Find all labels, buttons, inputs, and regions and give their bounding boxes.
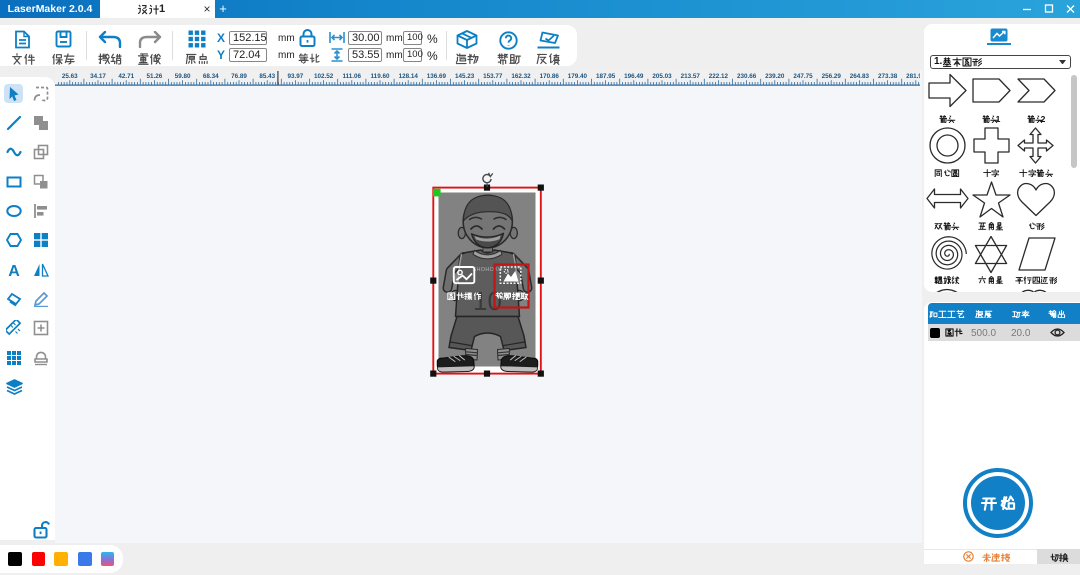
svg-text:153.77: 153.77: [483, 73, 503, 80]
svg-text:128.14: 128.14: [399, 73, 419, 80]
svg-text:102.52: 102.52: [314, 73, 334, 80]
svg-text:145.23: 145.23: [455, 73, 475, 80]
svg-text:222.12: 222.12: [709, 73, 729, 80]
svg-text:264.83: 264.83: [850, 73, 870, 80]
svg-text:247.75: 247.75: [793, 73, 813, 80]
svg-text:162.32: 162.32: [511, 73, 531, 80]
svg-text:170.86: 170.86: [540, 73, 560, 80]
svg-text:93.97: 93.97: [288, 73, 304, 80]
svg-text:34.17: 34.17: [90, 73, 106, 80]
svg-text:281.92: 281.92: [906, 73, 920, 80]
svg-text:239.20: 239.20: [765, 73, 785, 80]
svg-text:A: A: [8, 263, 20, 278]
svg-text:119.60: 119.60: [371, 73, 390, 80]
svg-text:42.71: 42.71: [118, 73, 134, 80]
svg-text:230.66: 230.66: [737, 73, 757, 80]
svg-text:213.57: 213.57: [681, 73, 701, 80]
svg-text:76.89: 76.89: [231, 73, 247, 80]
svg-text:111.06: 111.06: [343, 73, 362, 80]
svg-text:205.03: 205.03: [652, 73, 672, 80]
svg-text:196.49: 196.49: [624, 73, 644, 80]
svg-text:25.63: 25.63: [62, 73, 78, 80]
svg-text:273.38: 273.38: [878, 73, 898, 80]
svg-text:SHOHOKU: SHOHOKU: [473, 267, 503, 273]
svg-text:68.34: 68.34: [203, 73, 219, 80]
svg-text:187.95: 187.95: [596, 73, 616, 80]
svg-text:256.29: 256.29: [822, 73, 842, 80]
svg-text:59.80: 59.80: [175, 73, 191, 80]
svg-text:85.43: 85.43: [259, 73, 275, 80]
svg-text:179.40: 179.40: [568, 73, 588, 80]
svg-text:51.26: 51.26: [147, 73, 163, 80]
svg-text:136.69: 136.69: [427, 73, 447, 80]
